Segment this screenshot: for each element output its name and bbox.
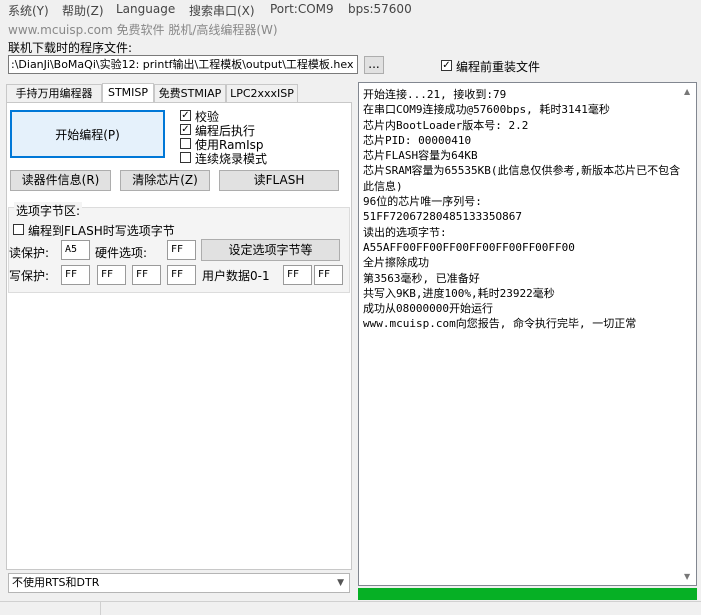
- menu-help[interactable]: 帮助(Z): [62, 2, 104, 19]
- log-line: 第3563毫秒, 已准备好: [363, 271, 480, 285]
- write-protect-field-2[interactable]: FF: [132, 265, 161, 285]
- log-line: 读出的选项字节:: [363, 225, 447, 239]
- option-bytes-title: 选项字节区:: [14, 202, 83, 219]
- menu-search-port[interactable]: 搜索串口(X): [189, 2, 255, 19]
- set-option-bytes-button[interactable]: 设定选项字节等: [201, 239, 340, 261]
- log-line: 芯片FLASH容量为64KB: [363, 149, 478, 163]
- log-line: A55AFF00FF00FF00FF00FF00FF00FF00: [363, 240, 575, 254]
- log-scrollbar[interactable]: ▲ ▼: [680, 83, 696, 585]
- tab-stmiap[interactable]: 免费STMIAP: [154, 84, 226, 102]
- write-protect-field-1[interactable]: FF: [97, 265, 126, 285]
- menu-port[interactable]: Port:COM9: [270, 2, 334, 16]
- read-protect-label: 读保护:: [9, 246, 50, 260]
- start-programming-button[interactable]: 开始编程(P): [10, 110, 165, 158]
- log-line: 芯片SRAM容量为65535KB(此信息仅供参考,新版本芯片已不包含此信息): [363, 164, 681, 193]
- verify-checkbox[interactable]: ✓: [180, 110, 191, 121]
- reload-label: 编程前重装文件: [456, 60, 541, 74]
- write-protect-label: 写保护:: [9, 269, 50, 283]
- tab-handheld[interactable]: 手持万用编程器: [6, 84, 102, 102]
- log-line: 芯片PID: 00000410: [363, 133, 472, 147]
- read-info-button[interactable]: 读器件信息(R): [10, 170, 111, 191]
- log-line: 成功从08000000开始运行: [363, 302, 493, 316]
- log-line: 开始连接...21, 接收到:79: [363, 88, 507, 101]
- write-option-bytes-label: 编程到FLASH时写选项字节: [28, 224, 175, 238]
- rts-dtr-value: 不使用RTS和DTR: [12, 576, 100, 589]
- status-divider: [100, 602, 101, 615]
- user-data-field-0[interactable]: FF: [283, 265, 312, 285]
- write-protect-field-0[interactable]: FF: [61, 265, 90, 285]
- browse-button[interactable]: ...: [364, 56, 384, 74]
- status-bar: [0, 601, 701, 615]
- log-line: 芯片内BootLoader版本号: 2.2: [363, 118, 529, 132]
- user-data-label: 用户数据0-1: [202, 269, 270, 283]
- erase-chip-button[interactable]: 清除芯片(Z): [120, 170, 210, 191]
- progress-bar: [358, 588, 697, 600]
- ramisp-checkbox[interactable]: [180, 138, 191, 149]
- scroll-down-icon[interactable]: ▼: [684, 572, 690, 581]
- log-line: www.mcuisp.com向您报告, 命令执行完毕, 一切正常: [363, 317, 637, 331]
- log-line: 全片擦除成功: [363, 256, 429, 270]
- continuous-checkbox[interactable]: [180, 152, 191, 163]
- read-protect-field[interactable]: A5: [61, 240, 90, 260]
- log-line: 共写入9KB,进度100%,耗时23922毫秒: [363, 286, 555, 300]
- subtitle-menu[interactable]: www.mcuisp.com 免费软件 脱机/高线编程器(W): [8, 21, 278, 38]
- file-label: 联机下载时的程序文件:: [8, 41, 133, 55]
- log-line: 在串口COM9连接成功@57600bps, 耗时3141毫秒: [363, 103, 610, 117]
- file-path-field[interactable]: :\DianJi\BoMaQi\实验12: printf输出\工程模板\outp…: [8, 55, 358, 74]
- tab-stmisp[interactable]: STMISP: [102, 83, 154, 103]
- reload-checkbox[interactable]: ✓: [441, 60, 452, 71]
- hw-option-field[interactable]: FF: [167, 240, 196, 260]
- write-protect-field-3[interactable]: FF: [167, 265, 196, 285]
- menu-bps[interactable]: bps:57600: [348, 2, 412, 16]
- log-line: 96位的芯片唯一序列号:: [363, 195, 482, 209]
- log-lines: 开始连接...21, 接收到:79 在串口COM9连接成功@57600bps, 耗…: [363, 87, 681, 332]
- log-pane[interactable]: 开始连接...21, 接收到:79 在串口COM9连接成功@57600bps, 耗…: [358, 82, 697, 586]
- log-line: 51FF7206728048513335O867: [363, 210, 522, 224]
- write-option-bytes-checkbox[interactable]: [13, 224, 24, 235]
- menu-language[interactable]: Language: [116, 2, 175, 16]
- tab-lpc2xxx[interactable]: LPC2xxxISP: [226, 84, 298, 102]
- continuous-label: 连续烧录模式: [195, 152, 268, 166]
- rts-dtr-select[interactable]: 不使用RTS和DTR ▼: [8, 573, 350, 593]
- run-after-checkbox[interactable]: ✓: [180, 124, 191, 135]
- read-flash-button[interactable]: 读FLASH: [219, 170, 339, 191]
- menu-bar: 系统(Y) 帮助(Z) Language 搜索串口(X) Port:COM9 b…: [0, 0, 701, 20]
- hw-option-label: 硬件选项:: [95, 246, 148, 260]
- menu-system[interactable]: 系统(Y): [8, 2, 49, 19]
- scroll-up-icon[interactable]: ▲: [684, 87, 690, 96]
- chevron-down-icon: ▼: [337, 578, 344, 588]
- user-data-field-1[interactable]: FF: [314, 265, 343, 285]
